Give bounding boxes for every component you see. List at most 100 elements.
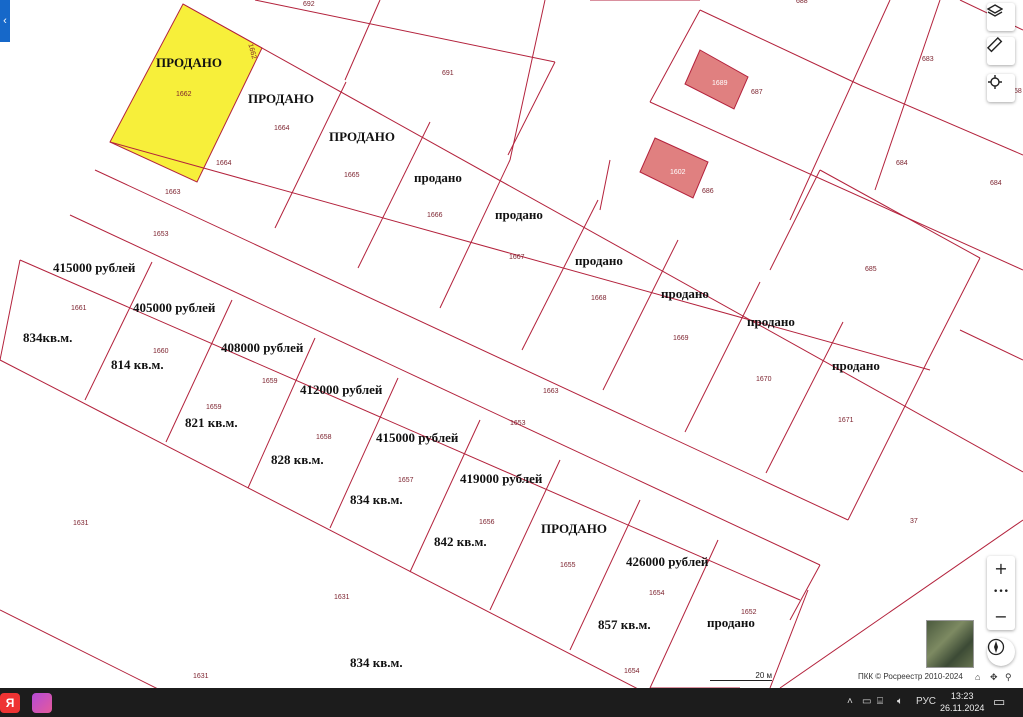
layers-icon (987, 4, 1003, 17)
start-button[interactable]: Я (0, 693, 20, 713)
parcel-number: 1654 (649, 590, 665, 597)
sold-label: продано (575, 253, 623, 268)
sold-label: продано (495, 207, 543, 222)
area-label: 814 кв.м. (111, 357, 164, 372)
parcel-number: 1663 (165, 189, 181, 196)
sold-label: продано (414, 170, 462, 185)
pin-icon[interactable]: ⚲ (1005, 672, 1012, 683)
price-label: 412000 рублей (300, 382, 383, 397)
compass-icon (987, 638, 1005, 656)
parcel-number: 1667 (509, 254, 525, 261)
side-panel-toggle[interactable]: ‹ (0, 0, 10, 42)
sold-label: ПРОДАНО (541, 521, 607, 536)
parcel-number: 688 (796, 0, 808, 5)
clock[interactable]: 13:23 26.11.2024 (940, 690, 984, 714)
chevron-left-icon: ‹ (3, 15, 7, 27)
display-icon[interactable]: ▭ (862, 696, 871, 707)
taskbar: Я ˄ ▭ ⌸ 🔈︎ РУС 13:23 26.11.2024 ▭ (0, 688, 1023, 717)
scale-label: 20 м (755, 671, 772, 680)
area-label: 828 кв.м. (271, 452, 324, 467)
parcel-number: 691 (442, 70, 454, 77)
area-label: 857 кв.м. (598, 617, 651, 632)
parcel-number: 1658 (316, 434, 332, 441)
network-icon[interactable]: ⌸ (877, 696, 883, 707)
area-label: 834 кв.м. (350, 492, 403, 507)
price-label: 419000 рублей (460, 471, 543, 486)
sold-label: ПРОДАНО (156, 55, 222, 70)
parcel-number: 1664 (274, 125, 290, 132)
notifications-icon[interactable]: ▭ (993, 694, 1005, 710)
area-label: 842 кв.м. (434, 534, 487, 549)
parcel-number: 1631 (73, 520, 89, 527)
parcel-number: 1665 (344, 172, 360, 179)
building-1602 (639, 137, 709, 199)
parcel-number: 1653 (510, 420, 526, 427)
parcel-number: 58 (1014, 88, 1022, 95)
locate-button[interactable] (987, 74, 1015, 102)
parcel-number: 1654 (624, 668, 640, 675)
compass-button[interactable] (987, 638, 1015, 666)
home-icon[interactable]: ⌂ (975, 672, 980, 682)
time: 13:23 (950, 691, 974, 701)
sold-label: продано (707, 615, 755, 630)
volume-icon[interactable]: 🔈︎ (897, 696, 903, 707)
parcel-number: 1671 (838, 417, 854, 424)
parcel-number: 1664 (216, 160, 232, 167)
parcel-number: 37 (910, 518, 918, 525)
sold-label: продано (661, 286, 709, 301)
parcel-number: 1656 (479, 519, 495, 526)
map-attribution: ПКК © Росреестр 2010-2024 (858, 672, 963, 681)
parcel-number: 683 (922, 56, 934, 63)
parcel-number: 1631 (334, 594, 350, 601)
sold-label: продано (832, 358, 880, 373)
parcel-number: 1670 (756, 376, 772, 383)
parcel-number: 684 (990, 180, 1002, 187)
parcel-number: 692 (303, 1, 315, 8)
measure-button[interactable] (987, 37, 1015, 65)
chevron-up-icon[interactable]: ˄ (847, 696, 853, 707)
price-label: 415000 рублей (376, 430, 459, 445)
layers-button[interactable] (987, 3, 1015, 31)
parcel-number: 1666 (427, 212, 443, 219)
price-label: 408000 рублей (221, 340, 304, 355)
sold-label: ПРОДАНО (248, 91, 314, 106)
price-label: 405000 рублей (133, 300, 216, 315)
area-label: 834кв.м. (23, 330, 73, 345)
parcel-number: 1660 (153, 348, 169, 355)
parcel-number: 1689 (712, 80, 728, 87)
parcel-number: 1663 (543, 388, 559, 395)
scale-bar: 20 м (710, 671, 772, 681)
parcel-number: 687 (751, 89, 763, 96)
zoom-out-button[interactable]: − (987, 604, 1015, 628)
parcel-number: 1659 (206, 404, 222, 411)
sold-label: продано (747, 314, 795, 329)
crosshair-icon (988, 75, 1002, 89)
date: 26.11.2024 (940, 703, 985, 713)
cadastral-map[interactable]: ‹ 692 688 691 1662 1662 1664 1664 1665 1… (0, 0, 1023, 688)
zoom-control: + ••• − (987, 556, 1015, 630)
parcel-number: 1669 (673, 335, 689, 342)
parcel-number: 1662 (176, 91, 192, 98)
parcel-boundaries (0, 0, 1023, 688)
price-label: 415000 рублей (53, 260, 136, 275)
parcel-number: 1653 (153, 231, 169, 238)
parcel-number: 1602 (670, 169, 686, 176)
more-button[interactable]: ••• (987, 580, 1015, 604)
parcel-number: 1655 (560, 562, 576, 569)
sold-label: ПРОДАНО (329, 129, 395, 144)
parcel-number: 1659 (262, 378, 278, 385)
move-icon[interactable]: ✥ (990, 672, 998, 683)
app-icon[interactable] (32, 693, 52, 713)
parcel-number: 1631 (193, 673, 209, 680)
basemap-thumbnail[interactable] (926, 620, 974, 668)
parcel-number: 686 (702, 188, 714, 195)
parcel-number: 684 (896, 160, 908, 167)
price-label: 426000 рублей (626, 554, 709, 569)
area-label: 834 кв.м. (350, 655, 403, 670)
ruler-icon (987, 37, 1003, 53)
zoom-in-button[interactable]: + (987, 556, 1015, 580)
language-indicator[interactable]: РУС (916, 696, 936, 707)
parcel-number: 685 (865, 266, 877, 273)
area-label: 821 кв.м. (185, 415, 238, 430)
parcel-number: 1661 (71, 305, 87, 312)
